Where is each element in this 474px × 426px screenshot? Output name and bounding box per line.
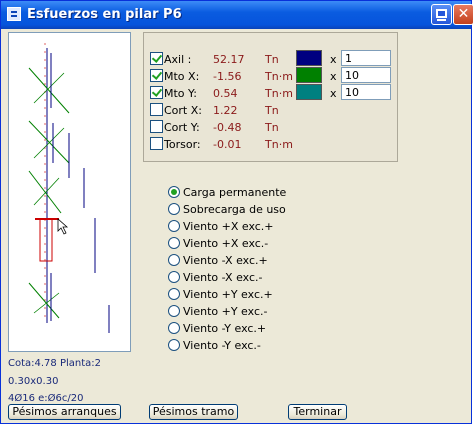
title-bar: Esfuerzos en pilar P6 ✕ [1, 1, 474, 29]
radio-button[interactable] [168, 254, 180, 266]
axil-x-symbol: x [330, 53, 337, 66]
mto-x-checkbox[interactable] [150, 69, 163, 82]
mto-x-x-symbol: x [330, 70, 337, 83]
mto-y-scale-input[interactable] [341, 84, 391, 100]
axil-label: Axil : [164, 53, 192, 66]
load-case-option[interactable]: Sobrecarga de uso [168, 202, 368, 218]
help-icon [436, 9, 447, 21]
force-row-cort-x: Cort X: 1.22 Tn [144, 101, 399, 119]
load-case-option[interactable]: Viento -X exc.+ [168, 253, 368, 269]
torsor-label: Torsor: [164, 138, 201, 151]
force-row-mto-x: Mto X: -1.56 Tn·m x [144, 67, 399, 85]
cort-x-value: 1.22 [213, 104, 238, 117]
radio-button[interactable] [168, 288, 180, 300]
mto-y-checkbox[interactable] [150, 86, 163, 99]
mto-x-value: -1.56 [213, 70, 242, 83]
window-icon [7, 7, 21, 21]
load-case-option[interactable]: Viento +X exc.- [168, 236, 368, 252]
cort-x-checkbox[interactable] [150, 103, 163, 116]
mto-x-color-swatch[interactable] [296, 67, 322, 83]
load-case-option[interactable]: Viento -X exc.- [168, 270, 368, 286]
mto-x-scale-input[interactable] [341, 67, 391, 83]
cort-y-unit: Tn [265, 121, 279, 134]
level-info: Cota:4.78 Planta:2 [8, 358, 102, 369]
reinforcement-info: 4Ø16 e:Ø6c/20 [8, 393, 84, 404]
mto-y-value: 0.54 [213, 87, 238, 100]
radio-button[interactable] [168, 220, 180, 232]
pillar-diagram-viewer[interactable] [8, 32, 131, 352]
mto-y-x-symbol: x [330, 87, 337, 100]
radio-button[interactable] [168, 305, 180, 317]
close-button[interactable]: ✕ [453, 4, 474, 25]
force-row-mto-y: Mto Y: 0.54 Tn·m x [144, 84, 399, 102]
radio-button[interactable] [168, 322, 180, 334]
load-case-option[interactable]: Carga permanente [168, 185, 368, 201]
section-info: 0.30x0.30 [8, 376, 59, 387]
load-case-option[interactable]: Viento +Y exc.- [168, 304, 368, 320]
radio-button[interactable] [168, 271, 180, 283]
mto-y-unit: Tn·m [265, 87, 293, 100]
axil-scale-input[interactable] [341, 50, 391, 66]
force-row-torsor: Torsor: -0.01 Tn·m [144, 135, 399, 153]
mto-x-unit: Tn·m [265, 70, 293, 83]
load-case-option[interactable]: Viento -Y exc.+ [168, 321, 368, 337]
window-title: Esfuerzos en pilar P6 [27, 7, 182, 22]
worst-ends-button[interactable]: Pésimos arranques [8, 404, 121, 420]
worst-span-button[interactable]: Pésimos tramo [149, 404, 238, 420]
finish-button[interactable]: Terminar [288, 404, 347, 420]
cort-y-checkbox[interactable] [150, 120, 163, 133]
axil-unit: Tn [265, 53, 279, 66]
cort-y-label: Cort Y: [164, 121, 200, 134]
cort-x-label: Cort X: [164, 104, 202, 117]
close-icon: ✕ [457, 6, 470, 22]
load-case-option[interactable]: Viento -Y exc.- [168, 338, 368, 354]
axil-value: 52.17 [213, 53, 245, 66]
load-case-option[interactable]: Viento +Y exc.+ [168, 287, 368, 303]
axil-color-swatch[interactable] [296, 50, 322, 66]
help-button[interactable] [431, 4, 452, 25]
cort-x-unit: Tn [265, 104, 279, 117]
radio-button[interactable] [168, 203, 180, 215]
torsor-unit: Tn·m [265, 138, 293, 151]
axil-checkbox[interactable] [150, 52, 163, 65]
mto-x-label: Mto X: [164, 70, 200, 83]
radio-button[interactable] [168, 237, 180, 249]
radio-button[interactable] [168, 186, 180, 198]
radio-button[interactable] [168, 339, 180, 351]
pillar-force-diagram [28, 43, 110, 333]
esfuerzos-dialog: Esfuerzos en pilar P6 ✕ Cota:4.78 Planta… [0, 0, 474, 424]
mto-y-color-swatch[interactable] [296, 84, 322, 100]
cort-y-value: -0.48 [213, 121, 242, 134]
torsor-value: -0.01 [213, 138, 242, 151]
force-row-axil: Axil : 52.17 Tn x [144, 50, 399, 68]
forces-panel: Axil : 52.17 Tn x Mto X: -1.56 Tn·m x Mt… [143, 32, 398, 162]
force-row-cort-y: Cort Y: -0.48 Tn [144, 118, 399, 136]
torsor-checkbox[interactable] [150, 137, 163, 150]
mto-y-label: Mto Y: [164, 87, 197, 100]
load-case-option[interactable]: Viento +X exc.+ [168, 219, 368, 235]
